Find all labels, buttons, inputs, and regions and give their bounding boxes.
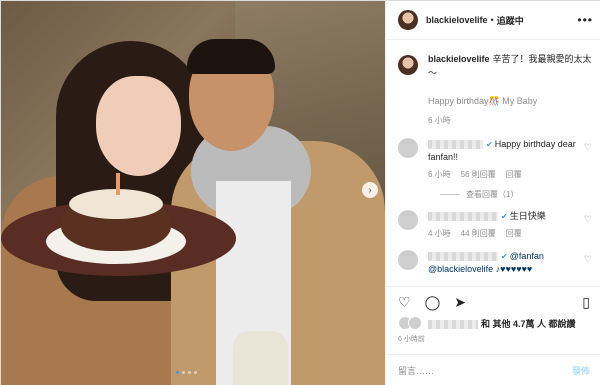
- view-replies-label: 查看回覆（1）: [466, 190, 519, 199]
- post-header: blackielovelife • 追蹤中 •••: [386, 1, 600, 40]
- next-photo-button[interactable]: ›: [362, 182, 378, 198]
- commenter-avatar[interactable]: [398, 210, 418, 230]
- liker-avatars: [398, 316, 422, 330]
- comment-input[interactable]: [398, 365, 572, 376]
- comments-section[interactable]: blackielovelife 辛苦了！我最親愛的太太～ Happy birthd…: [386, 40, 600, 276]
- blurred-username: [428, 140, 483, 150]
- comment-like-heart-icon[interactable]: ♡: [584, 142, 592, 153]
- reply-button[interactable]: 回覆: [506, 168, 522, 181]
- comment-like-heart-icon[interactable]: ♡: [584, 254, 592, 265]
- blurred-username: [428, 212, 498, 222]
- post-side-panel: blackielovelife • 追蹤中 ••• blackielovelif…: [385, 1, 600, 385]
- instagram-post-window: › blackielovelife • 追蹤中 ••• blackielovel…: [0, 0, 600, 385]
- likes-summary[interactable]: 和 其他 4.7萬 人 都說讚: [398, 316, 589, 330]
- view-replies-link[interactable]: 查看回覆（1）: [440, 189, 592, 200]
- comment-meta: 6 小時 56 則回覆 回覆: [428, 168, 588, 181]
- liker-avatar: [408, 316, 422, 330]
- comment-item: ✔ @fanfan @blackielovelife ♪♥♥♥♥♥♥ ♡: [398, 250, 592, 276]
- comment-text: 生日快樂: [509, 211, 546, 221]
- caption-username[interactable]: blackielovelife: [428, 54, 490, 64]
- blurred-username: [428, 319, 478, 329]
- carousel-dot: [182, 371, 185, 374]
- commenter-avatar[interactable]: [398, 138, 418, 158]
- post-actions-bar: ♡ ◯ ➤ ▯: [386, 286, 600, 316]
- comment-item: ✔ 生日快樂 4 小時 44 則回覆 回覆 ♡: [398, 210, 592, 240]
- author-avatar[interactable]: [398, 10, 418, 30]
- reply-button[interactable]: 回覆: [506, 227, 522, 240]
- likes-text: 和 其他 4.7萬 人 都說讚: [481, 318, 576, 329]
- verified-badge-icon: ✔: [501, 252, 508, 261]
- photo-man-hair: [187, 39, 275, 74]
- comment-likes[interactable]: 56 則回覆: [461, 168, 496, 181]
- comment-icon[interactable]: ◯: [425, 295, 441, 309]
- following-button[interactable]: 追蹤中: [497, 14, 524, 27]
- caption-body: blackielovelife 辛苦了！我最親愛的太太～ Happy birthd…: [428, 52, 592, 128]
- photo-candle: [116, 173, 120, 195]
- comment-text: @blackielovelife ♪♥♥♥♥♥♥: [428, 264, 533, 274]
- post-comment-button[interactable]: 發佈: [572, 364, 590, 377]
- header-separator: •: [490, 15, 494, 25]
- comment-item: ✔ Happy birthday dear fanfan!! 6 小時 56 則回…: [398, 138, 592, 181]
- carousel-dot: [188, 371, 191, 374]
- comment-body: ✔ @fanfan @blackielovelife ♪♥♥♥♥♥♥: [428, 250, 588, 276]
- comment-time: 4 小時: [428, 229, 451, 238]
- photo-woman-face: [96, 76, 181, 176]
- more-horizontal-icon[interactable]: •••: [577, 13, 593, 27]
- post-time: 6 小時前: [398, 336, 425, 343]
- caption-wish: Happy birthday🎊 My Baby: [428, 96, 538, 106]
- author-username[interactable]: blackielovelife: [426, 15, 488, 25]
- verified-badge-icon: ✔: [486, 140, 493, 149]
- commenter-avatar[interactable]: [398, 250, 418, 270]
- carousel-dot: [176, 371, 179, 374]
- comment-time: 6 小時: [428, 170, 451, 179]
- caption-timestamp: 6 小時: [428, 116, 451, 125]
- likes-text-wrap: 和 其他 4.7萬 人 都說讚: [428, 317, 576, 330]
- replies-divider: [440, 194, 460, 195]
- comment-mention[interactable]: @fanfan: [510, 251, 544, 261]
- comment-meta: 4 小時 44 則回覆 回覆: [428, 227, 588, 240]
- photo-glass: [233, 331, 288, 385]
- bookmark-icon[interactable]: ▯: [582, 295, 590, 309]
- comment-body: ✔ Happy birthday dear fanfan!! 6 小時 56 則回…: [428, 138, 588, 181]
- verified-badge-icon: ✔: [501, 212, 508, 221]
- blurred-username: [428, 252, 498, 262]
- comment-likes[interactable]: 44 則回覆: [461, 227, 496, 240]
- share-icon[interactable]: ➤: [454, 295, 466, 309]
- comment-body: ✔ 生日快樂 4 小時 44 則回覆 回覆: [428, 210, 588, 240]
- caption-avatar[interactable]: [398, 55, 418, 75]
- carousel-dots: [176, 371, 197, 374]
- carousel-dot: [194, 371, 197, 374]
- add-comment-bar: 發佈: [386, 354, 600, 385]
- post-caption: blackielovelife 辛苦了！我最親愛的太太～ Happy birthd…: [398, 52, 592, 128]
- comment-like-heart-icon[interactable]: ♡: [584, 214, 592, 225]
- heart-icon[interactable]: ♡: [398, 295, 411, 309]
- chevron-right-icon: ›: [368, 184, 372, 196]
- post-photo[interactable]: ›: [1, 1, 385, 385]
